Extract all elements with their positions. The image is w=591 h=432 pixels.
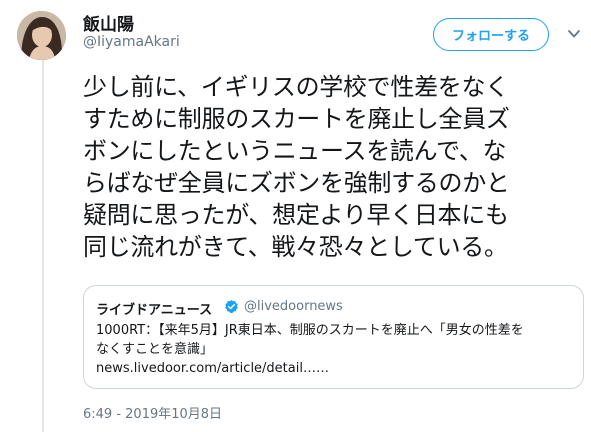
avatar[interactable] (17, 11, 66, 60)
thread-connector-line (42, 60, 44, 432)
tweet-text-line: 少し前に、イギリスの学校で性差をなく (83, 73, 509, 101)
author-handle[interactable]: @IiyamaAkari (83, 34, 180, 50)
follow-button[interactable]: フォローする (433, 18, 549, 51)
tweet-text-line: すために制服のスカートを廃止し全員ズ (83, 105, 510, 133)
avatar-photo (17, 11, 66, 60)
quoted-text-line: 1000RT：【来年5月】JR東日本、制服のスカートを廃止へ「男女の性差を (96, 323, 524, 338)
tweet-text-line: ボンにしたというニュースを読んで、な (83, 137, 507, 165)
author-display-name[interactable]: 飯山陽 (83, 10, 134, 35)
quoted-tweet-body: 1000RT：【来年5月】JR東日本、制服のスカートを廃止へ「男女の性差を なく… (96, 321, 576, 378)
tweet-text-line: 同じ流れがきて、戦々恐々としている。 (83, 233, 508, 261)
tweet-timestamp[interactable]: 6:49 - 2019年10月8日 (83, 403, 222, 422)
tweet-text-line: 疑問に思ったが、想定より早く日本にも (83, 201, 509, 229)
quoted-text-line: なくすことを意識」 (96, 342, 214, 357)
tweet-text: 少し前に、イギリスの学校で性差をなく すために制服のスカートを廃止し全員ズ ボン… (83, 71, 583, 263)
quoted-tweet-card[interactable]: ライブドアニュース @livedoornews 1000RT：【来年5月】JR東… (83, 285, 584, 389)
tweet-text-line: らばなぜ全員にズボンを強制するのかと (83, 169, 510, 197)
verified-badge-icon (225, 299, 238, 314)
quoted-author-name: ライブドアニュース (96, 303, 213, 318)
chevron-down-icon[interactable] (566, 28, 582, 40)
quoted-link[interactable]: news.livedoor.com/article/detail…… (96, 359, 576, 378)
quoted-author-handle: @livedoornews (244, 299, 343, 314)
